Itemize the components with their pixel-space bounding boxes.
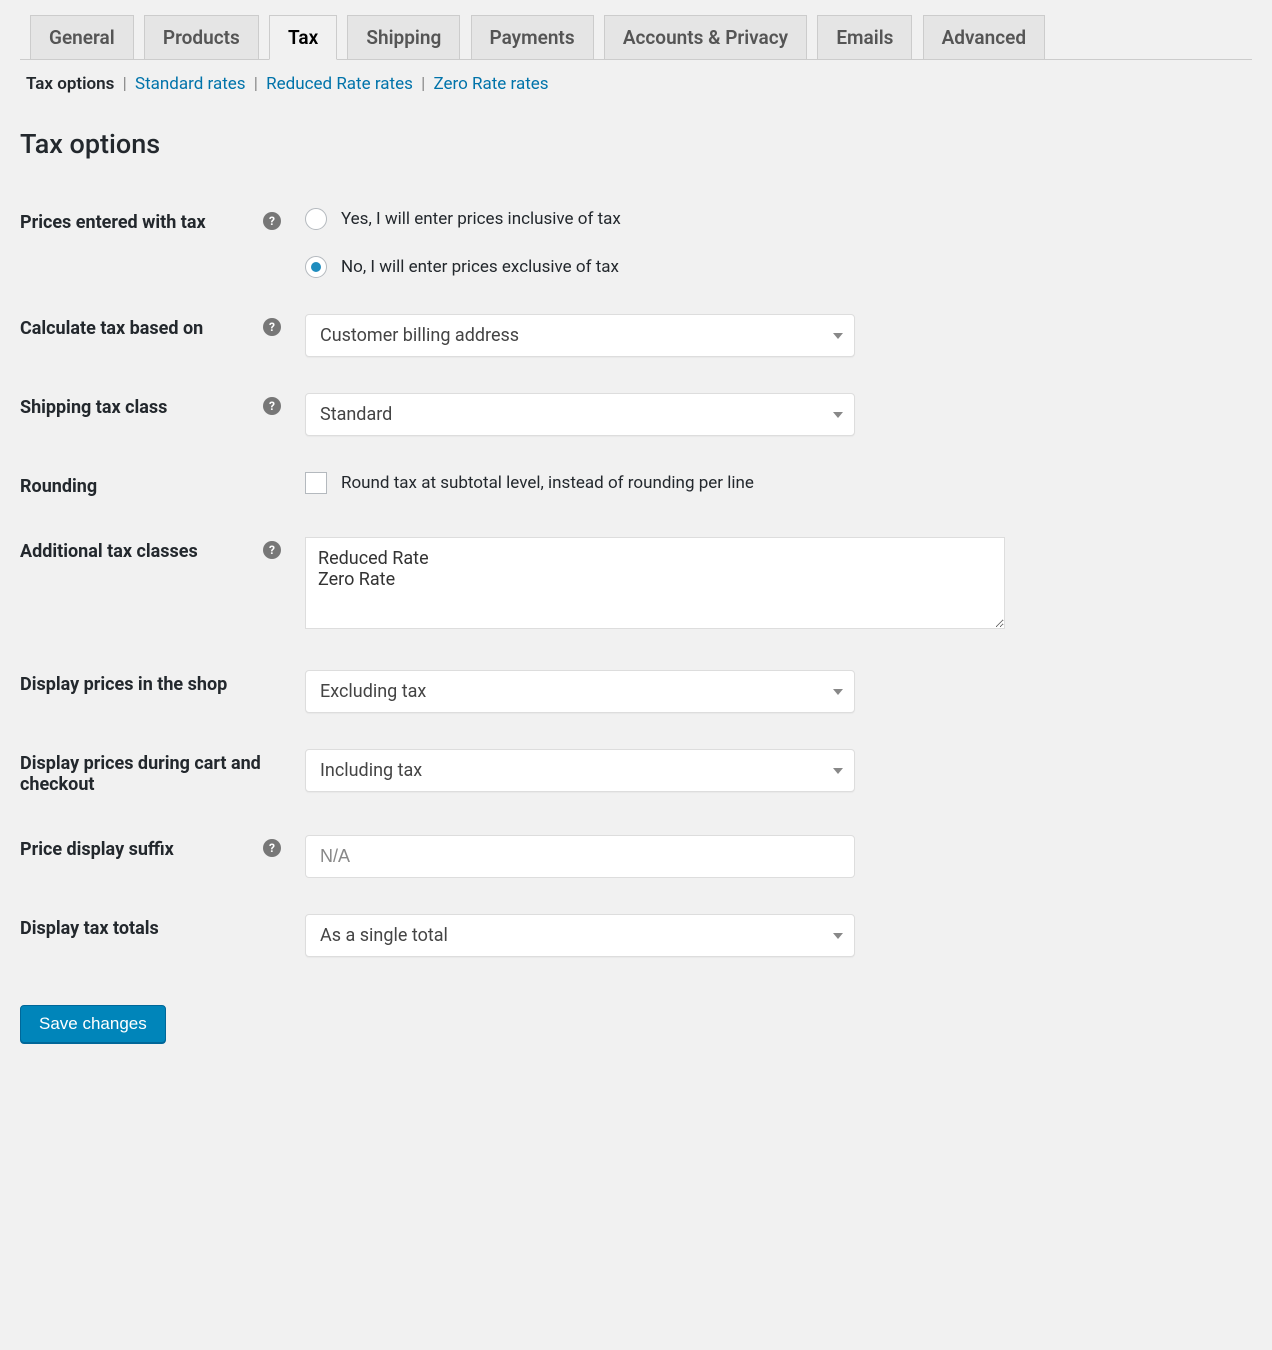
shipping-tax-class-label: Shipping tax class <box>20 397 259 418</box>
prices-entered-with-tax-label: Prices entered with tax <box>20 212 259 233</box>
additional-tax-classes-label: Additional tax classes <box>20 541 259 562</box>
display-prices-shop-label: Display prices in the shop <box>20 674 281 695</box>
section-title: Tax options <box>20 128 1252 160</box>
tab-shipping[interactable]: Shipping <box>347 15 460 59</box>
rounding-checkbox-label: Round tax at subtotal level, instead of … <box>341 473 754 493</box>
help-icon[interactable]: ? <box>263 839 281 857</box>
rounding-checkbox[interactable] <box>305 472 327 494</box>
help-icon[interactable]: ? <box>263 397 281 415</box>
display-prices-shop-value: Excluding tax <box>320 681 426 702</box>
tab-emails[interactable]: Emails <box>817 15 912 59</box>
calculate-tax-select[interactable]: Customer billing address <box>305 314 855 357</box>
help-icon[interactable]: ? <box>263 212 281 230</box>
tab-products[interactable]: Products <box>144 15 259 59</box>
display-tax-totals-label: Display tax totals <box>20 918 281 939</box>
rounding-label: Rounding <box>20 476 281 497</box>
separator: | <box>417 74 429 94</box>
additional-tax-classes-textarea[interactable] <box>305 537 1005 629</box>
tab-advanced[interactable]: Advanced <box>923 15 1045 59</box>
display-prices-cart-select[interactable]: Including tax <box>305 749 855 792</box>
subnav-tax-options[interactable]: Tax options <box>26 74 114 94</box>
settings-tabs: General Products Tax Shipping Payments A… <box>20 0 1252 60</box>
price-display-suffix-input[interactable] <box>305 835 855 878</box>
subnav-reduced-rate-rates[interactable]: Reduced Rate rates <box>266 74 413 94</box>
shipping-tax-class-select[interactable]: Standard <box>305 393 855 436</box>
prices-inclusive-label: Yes, I will enter prices inclusive of ta… <box>341 209 621 229</box>
price-display-suffix-label: Price display suffix <box>20 839 259 860</box>
display-prices-shop-select[interactable]: Excluding tax <box>305 670 855 713</box>
tax-subnav: Tax options | Standard rates | Reduced R… <box>20 60 1252 94</box>
subnav-standard-rates[interactable]: Standard rates <box>135 74 246 94</box>
tab-tax[interactable]: Tax <box>269 15 337 60</box>
save-changes-button[interactable]: Save changes <box>20 1005 166 1043</box>
separator: | <box>119 74 131 94</box>
display-tax-totals-select[interactable]: As a single total <box>305 914 855 957</box>
help-icon[interactable]: ? <box>263 541 281 559</box>
display-prices-cart-label: Display prices during cart and checkout <box>20 753 281 795</box>
calculate-tax-value: Customer billing address <box>320 325 519 346</box>
subnav-zero-rate-rates[interactable]: Zero Rate rates <box>433 74 548 94</box>
tab-accounts-privacy[interactable]: Accounts & Privacy <box>604 15 807 59</box>
tab-general[interactable]: General <box>30 15 134 59</box>
tab-payments[interactable]: Payments <box>471 15 594 59</box>
prices-inclusive-radio[interactable] <box>305 208 327 230</box>
prices-exclusive-radio[interactable] <box>305 256 327 278</box>
calculate-tax-based-on-label: Calculate tax based on <box>20 318 259 339</box>
prices-exclusive-label: No, I will enter prices exclusive of tax <box>341 257 619 277</box>
display-prices-cart-value: Including tax <box>320 760 422 781</box>
separator: | <box>250 74 262 94</box>
shipping-tax-class-value: Standard <box>320 404 392 425</box>
help-icon[interactable]: ? <box>263 318 281 336</box>
display-tax-totals-value: As a single total <box>320 925 448 946</box>
